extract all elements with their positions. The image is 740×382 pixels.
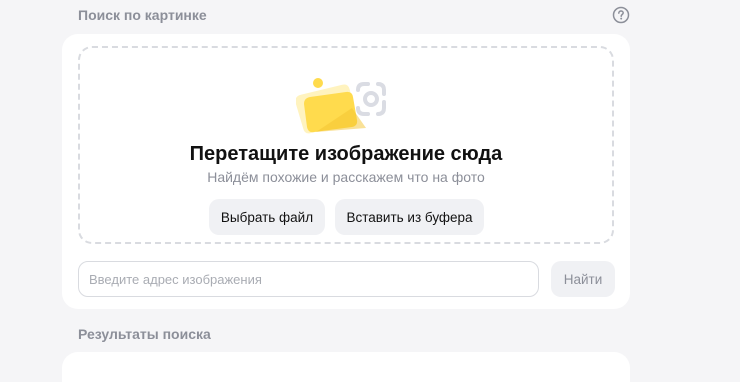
results-card xyxy=(62,352,630,382)
question-circle-icon[interactable] xyxy=(612,6,630,24)
image-dropzone[interactable]: Перетащите изображение сюда Найдём похож… xyxy=(78,46,614,244)
section-title-results: Результаты поиска xyxy=(78,326,211,342)
dropzone-title: Перетащите изображение сюда xyxy=(189,143,503,165)
image-url-input[interactable] xyxy=(78,261,539,297)
image-search-card: Перетащите изображение сюда Найдём похож… xyxy=(62,34,630,309)
find-button[interactable]: Найти xyxy=(551,261,615,297)
paste-from-clipboard-button[interactable]: Вставить из буфера xyxy=(335,199,484,235)
image-placeholder-icon xyxy=(295,70,398,140)
dropzone-subtitle: Найдём похожие и расскажем что на фото xyxy=(207,169,485,185)
section-title-image-search: Поиск по картинке xyxy=(78,7,207,23)
choose-file-button[interactable]: Выбрать файл xyxy=(209,199,325,235)
